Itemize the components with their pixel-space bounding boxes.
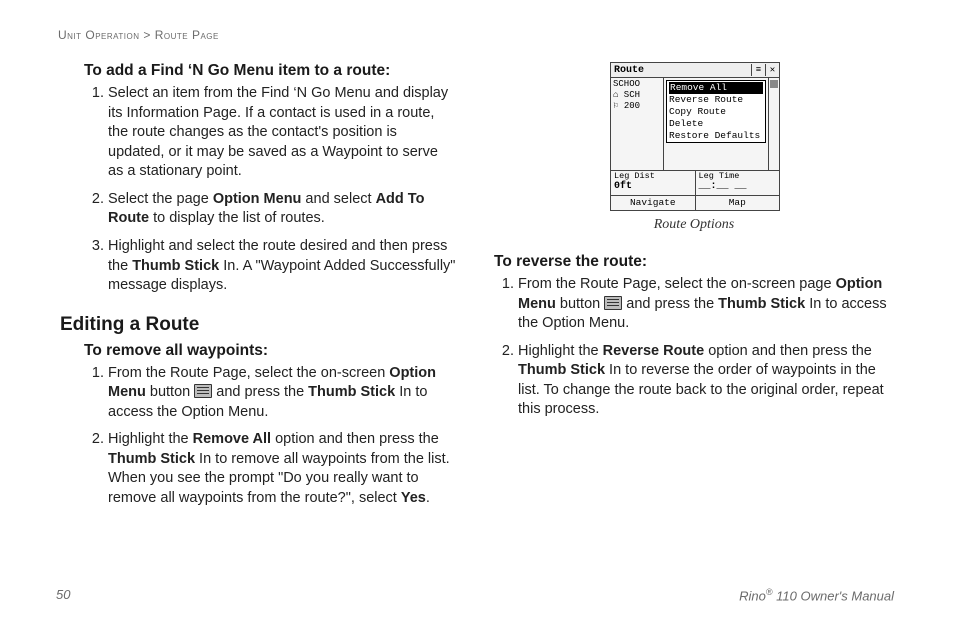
shot-titlebar: Route ≡ ✕	[611, 63, 779, 78]
list-item: Highlight the Reverse Route option and t…	[518, 342, 894, 420]
shot-left-row: SCHOO	[613, 80, 661, 90]
shot-title: Route	[611, 65, 751, 76]
shot-menu-item: Restore Defaults	[669, 130, 763, 142]
list-item: Highlight the Remove All option and then…	[108, 430, 456, 508]
list-item: Select the page Option Menu and select A…	[108, 190, 456, 229]
heading-remove-all: To remove all waypoints:	[84, 342, 456, 360]
breadcrumb: Unit Operation > Route Page	[58, 28, 894, 42]
footer: 50 Rino® 110 Owner's Manual	[56, 587, 894, 603]
page-number: 50	[56, 587, 70, 603]
list-item: From the Route Page, select the on-scree…	[518, 275, 894, 334]
shot-left-row: ⌂ SCH	[613, 91, 661, 101]
route-options-screenshot: Route ≡ ✕ SCHOO ⌂ SCH ⚐ 200 Remove All	[610, 62, 780, 211]
steps-remove-all: From the Route Page, select the on-scree…	[84, 364, 456, 509]
shot-menu-icon: ≡	[751, 64, 765, 76]
page: Unit Operation > Route Page To add a Fin…	[0, 0, 954, 621]
breadcrumb-a: Unit Operation	[58, 28, 140, 42]
shot-left: SCHOO ⌂ SCH ⚐ 200	[611, 78, 664, 170]
shot-menu-item-selected: Remove All	[669, 82, 763, 94]
breadcrumb-sep: >	[140, 28, 155, 42]
left-column: To add a Find ‘N Go Menu item to a route…	[56, 62, 456, 523]
shot-stat-label: Leg Dist	[614, 172, 692, 181]
screenshot-wrap: Route ≡ ✕ SCHOO ⌂ SCH ⚐ 200 Remove All	[610, 62, 778, 211]
shot-menu-box: Remove All Reverse Route Copy Route Dele…	[666, 80, 766, 143]
shot-menu-item: Copy Route	[669, 106, 763, 118]
shot-statbar: Leg Dist 0ft Leg Time __:__ __	[611, 170, 779, 195]
shot-stat-val: 0ft	[614, 181, 692, 192]
list-item: Highlight and select the route desired a…	[108, 237, 456, 296]
shot-bot-cell: Navigate	[611, 196, 696, 210]
step-text: Select an item from the Find ‘N Go Menu …	[108, 85, 448, 179]
option-menu-icon	[194, 384, 212, 398]
shot-stat-cell: Leg Time __:__ __	[696, 171, 780, 195]
shot-scrollbar	[768, 78, 779, 170]
list-item: From the Route Page, select the on-scree…	[108, 364, 456, 423]
shot-botbar: Navigate Map	[611, 195, 779, 210]
manual-title: Rino® 110 Owner's Manual	[739, 587, 894, 603]
steps-add-item: Select an item from the Find ‘N Go Menu …	[84, 84, 456, 296]
steps-reverse: From the Route Page, select the on-scree…	[494, 275, 894, 420]
heading-add-item: To add a Find ‘N Go Menu item to a route…	[84, 62, 456, 80]
shot-menu-item: Delete	[669, 118, 763, 130]
option-menu-icon	[604, 296, 622, 310]
heading-reverse: To reverse the route:	[494, 253, 894, 271]
shot-menu-item: Reverse Route	[669, 94, 763, 106]
breadcrumb-b: Route Page	[155, 28, 219, 42]
shot-menu: Remove All Reverse Route Copy Route Dele…	[664, 78, 768, 170]
right-column: Route ≡ ✕ SCHOO ⌂ SCH ⚐ 200 Remove All	[494, 62, 894, 523]
shot-bot-cell: Map	[696, 196, 780, 210]
section-editing-route: Editing a Route	[60, 314, 456, 336]
list-item: Select an item from the Find ‘N Go Menu …	[108, 84, 456, 182]
screenshot-caption: Route Options	[494, 217, 894, 233]
shot-left-row: ⚐ 200	[613, 102, 661, 112]
shot-body: SCHOO ⌂ SCH ⚐ 200 Remove All Reverse Rou…	[611, 78, 779, 170]
shot-stat-cell: Leg Dist 0ft	[611, 171, 696, 195]
shot-stat-val: __:__ __	[699, 181, 777, 192]
shot-close-icon: ✕	[765, 64, 779, 76]
shot-stat-label: Leg Time	[699, 172, 777, 181]
columns: To add a Find ‘N Go Menu item to a route…	[56, 62, 894, 523]
